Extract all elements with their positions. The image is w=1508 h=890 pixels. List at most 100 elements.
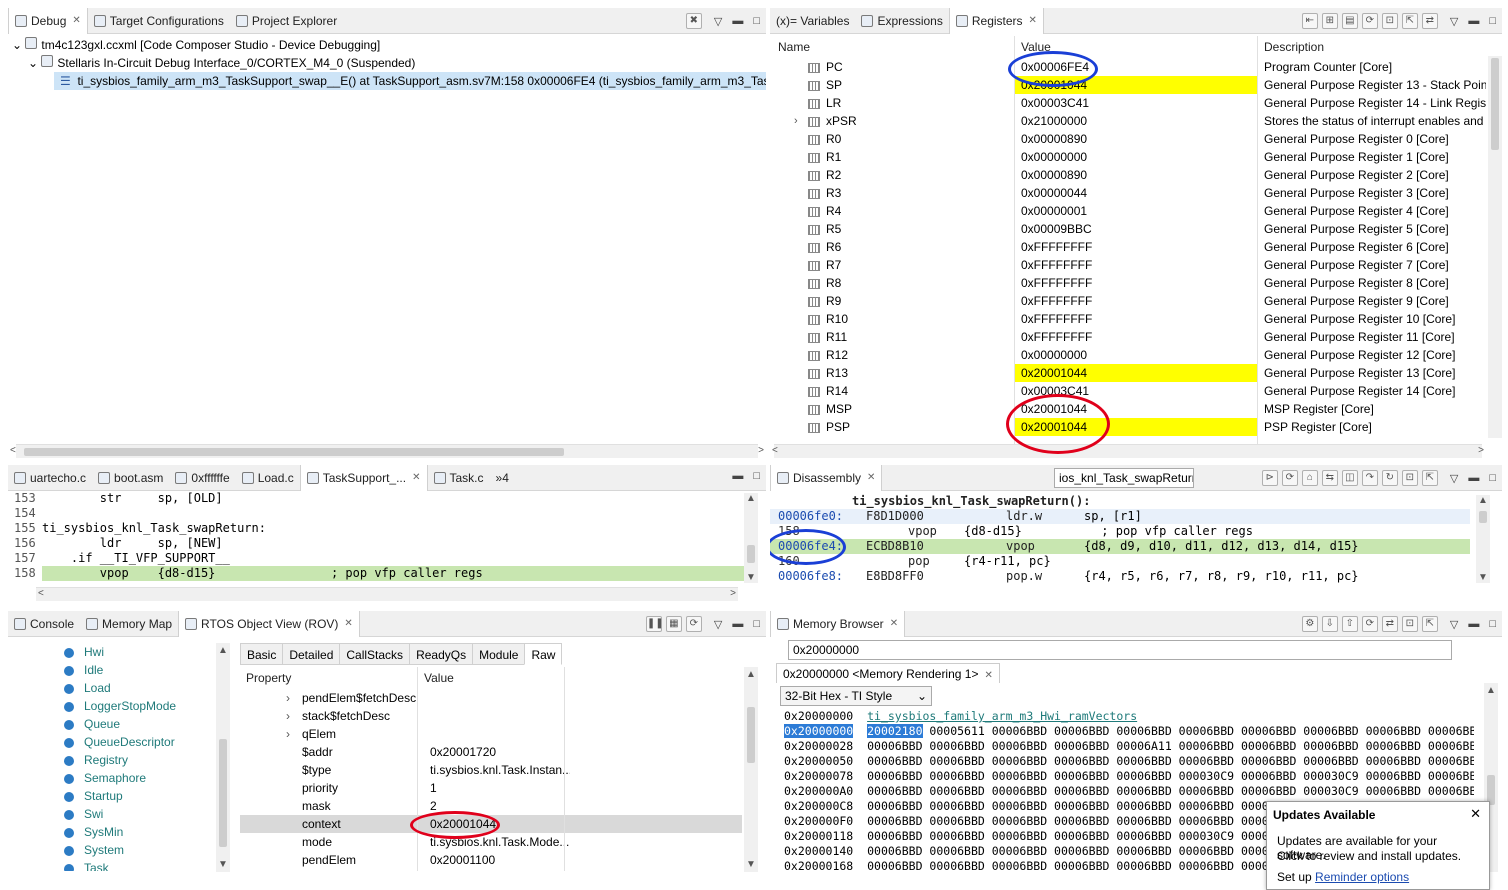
register-row[interactable]: R7 0xFFFFFFFF General Purpose Register 7 [… xyxy=(770,256,1486,274)
show-source-icon[interactable]: ◫ xyxy=(1341,470,1358,486)
editor-vscrollbar[interactable]: ▲ ▼ xyxy=(744,493,758,583)
memory-address-input[interactable]: 0x20000000 xyxy=(788,640,1452,660)
scroll-left-icon[interactable]: < xyxy=(38,588,44,599)
tab-load-c[interactable]: Load.c xyxy=(236,465,300,491)
minimize-icon[interactable]: ▬ xyxy=(1468,15,1479,27)
register-row[interactable]: PSP 0x20001044 PSP Register [Core] xyxy=(770,418,1486,436)
export-icon[interactable]: ⇩ xyxy=(1321,616,1338,632)
tab-memory-browser[interactable]: Memory Browser ✕ xyxy=(770,611,906,637)
rov-subtab[interactable]: CallStacks xyxy=(339,643,411,665)
tab-variables[interactable]: (x)= Variables xyxy=(770,8,855,34)
minimize-icon[interactable]: ▬ xyxy=(1468,618,1479,630)
scroll-down-icon[interactable]: ▼ xyxy=(1478,572,1488,583)
scroll-down-icon[interactable]: ▼ xyxy=(746,859,756,870)
register-row[interactable]: MSP 0x20001044 MSP Register [Core] xyxy=(770,400,1486,418)
scroll-down-icon[interactable]: ▼ xyxy=(746,572,756,583)
view-menu-icon[interactable]: ▽ xyxy=(714,618,722,631)
refresh-icon[interactable]: ⟳ xyxy=(1361,616,1378,632)
new-view-icon[interactable]: ⊡ xyxy=(1381,13,1398,29)
register-value[interactable]: 0xFFFFFFFF xyxy=(1015,292,1257,310)
register-row[interactable]: R8 0xFFFFFFFF General Purpose Register 8 [… xyxy=(770,274,1486,292)
register-value[interactable]: 0x00000001 xyxy=(1015,202,1257,220)
code-line[interactable]: 153 str sp, [OLD] xyxy=(8,491,744,506)
register-row[interactable]: R12 0x00000000 General Purpose Register 12… xyxy=(770,346,1486,364)
property-row[interactable]: mask 2 xyxy=(240,797,742,815)
layout-icon[interactable]: ⊞ xyxy=(1321,13,1338,29)
memory-row[interactable]: 0x20000000 20002180 00005611 00006BBD 00… xyxy=(784,724,1474,739)
tree-item-cortex[interactable]: ⌄ Stellaris In-Circuit Debug Interface_0… xyxy=(8,54,766,72)
register-row[interactable]: R1 0x00000000 General Purpose Register 1 [… xyxy=(770,148,1486,166)
pin-icon[interactable]: ⇱ xyxy=(1421,616,1438,632)
code-line[interactable]: 157 .if __TI_VFP_SUPPORT__ xyxy=(8,551,744,566)
updates-popup[interactable]: Updates Available ✕ Updates are availabl… xyxy=(1266,801,1490,890)
tab-disassembly[interactable]: Disassembly ✕ xyxy=(770,465,883,491)
register-value[interactable]: 0x00000000 xyxy=(1015,148,1257,166)
reminder-options-link[interactable]: Reminder options xyxy=(1315,870,1409,884)
pin-icon[interactable]: ⇱ xyxy=(1401,13,1418,29)
register-value[interactable]: 0x00000000 xyxy=(1015,346,1257,364)
collapse-icon[interactable]: ⇤ xyxy=(1301,13,1318,29)
chevron-right-icon[interactable]: › xyxy=(286,689,290,707)
tab-rov[interactable]: RTOS Object View (ROV) ✕ xyxy=(178,611,360,637)
sync-icon[interactable]: ⇄ xyxy=(1381,616,1398,632)
tab-uartecho[interactable]: uartecho.c xyxy=(8,465,92,491)
columns-icon[interactable]: ▤ xyxy=(1341,13,1358,29)
disassembly-line[interactable]: 00006fe8: E8BD8FF0 pop.w {r4, r5, r6, r7, r… xyxy=(770,569,1470,584)
scroll-left-icon[interactable]: < xyxy=(772,445,778,456)
disassembly-line[interactable]: 00006fe4: ECBD8B10 vpop {d8, d9, d10, d11, … xyxy=(770,539,1470,554)
memory-row[interactable]: 0x20000078 00006BBD 00006BBD 00006BBD 00… xyxy=(784,769,1474,784)
property-row[interactable]: pendElem 0x20001100 xyxy=(240,851,742,869)
rov-module-item[interactable]: Task xyxy=(8,859,220,871)
location-input[interactable]: ios_knl_Task_swapReturn xyxy=(1054,468,1194,488)
chevron-down-icon[interactable]: ⌄ xyxy=(28,56,38,70)
scroll-right-icon[interactable]: > xyxy=(730,588,736,599)
memory-row[interactable]: 0x20000050 00006BBD 00006BBD 00006BBD 00… xyxy=(784,754,1474,769)
chevron-down-icon[interactable]: ⌄ xyxy=(12,38,22,52)
register-value[interactable]: 0xFFFFFFFF xyxy=(1015,256,1257,274)
rov-module-item[interactable]: QueueDescriptor xyxy=(8,733,220,751)
scroll-thumb[interactable] xyxy=(1491,58,1499,150)
minimize-icon[interactable]: ▬ xyxy=(732,618,743,630)
register-value[interactable]: 0xFFFFFFFF xyxy=(1015,310,1257,328)
memory-row[interactable]: 0x200000A0 00006BBD 00006BBD 00006BBD 00… xyxy=(784,784,1474,799)
register-value[interactable]: 0xFFFFFFFF xyxy=(1015,238,1257,256)
property-row[interactable]: mode ti.sysbios.knl.Task.Mode... xyxy=(240,833,742,851)
scroll-up-icon[interactable]: ▲ xyxy=(218,645,228,656)
refresh-icon[interactable]: ⟳ xyxy=(685,616,702,632)
tab-debug[interactable]: Debug ✕ xyxy=(8,8,88,34)
scroll-right-icon[interactable]: > xyxy=(1478,445,1484,456)
step-over-icon[interactable]: ↷ xyxy=(1361,470,1378,486)
register-row[interactable]: R4 0x00000001 General Purpose Register 4 [… xyxy=(770,202,1486,220)
rov-module-item[interactable]: LoggerStopMode xyxy=(8,697,220,715)
column-name[interactable]: Name xyxy=(778,37,810,57)
scroll-thumb[interactable] xyxy=(747,707,755,763)
step-into-icon[interactable]: ↻ xyxy=(1381,470,1398,486)
tab-boot-asm[interactable]: boot.asm xyxy=(92,465,169,491)
chevron-right-icon[interactable]: › xyxy=(286,707,290,725)
rov-subtab[interactable]: Raw xyxy=(524,643,563,665)
register-value[interactable]: 0x00009BBC xyxy=(1015,220,1257,238)
registers-hscrollbar[interactable]: < > xyxy=(772,444,1484,458)
maximize-icon[interactable]: □ xyxy=(1489,15,1496,27)
register-row[interactable]: R11 0xFFFFFFFF General Purpose Register 11… xyxy=(770,328,1486,346)
gear-icon[interactable]: ⚙ xyxy=(1301,616,1318,632)
scroll-thumb[interactable] xyxy=(1479,511,1487,523)
register-value[interactable]: 0xFFFFFFFF xyxy=(1015,274,1257,292)
column-value[interactable]: Value xyxy=(424,668,454,688)
maximize-icon[interactable]: □ xyxy=(1489,618,1496,630)
close-icon[interactable]: ✕ xyxy=(890,618,898,629)
code-line[interactable]: 155 ti_sysbios_knl_Task_swapReturn: xyxy=(8,521,744,536)
scroll-down-icon[interactable]: ▼ xyxy=(218,859,228,870)
go-icon[interactable]: ⊳ xyxy=(1261,470,1278,486)
view-menu-icon[interactable]: ▽ xyxy=(714,15,722,28)
remove-terminated-icon[interactable]: ✖ xyxy=(685,13,702,29)
maximize-icon[interactable]: □ xyxy=(1489,472,1496,484)
register-row[interactable]: R10 0xFFFFFFFF General Purpose Register 10… xyxy=(770,310,1486,328)
register-value[interactable]: 0xFFFFFFFF xyxy=(1015,328,1257,346)
register-row[interactable]: › xPSR 0x21000000 Stores the status of inte… xyxy=(770,112,1486,130)
scroll-up-icon[interactable]: ▲ xyxy=(746,493,756,504)
debug-hscrollbar[interactable]: < > xyxy=(10,444,764,458)
tree-item-frame[interactable]: ☰ ti_sysbios_family_arm_m3_TaskSupport_s… xyxy=(54,72,766,90)
rov-subtab[interactable]: ReadyQs xyxy=(409,643,474,665)
scroll-thumb[interactable] xyxy=(24,448,564,456)
